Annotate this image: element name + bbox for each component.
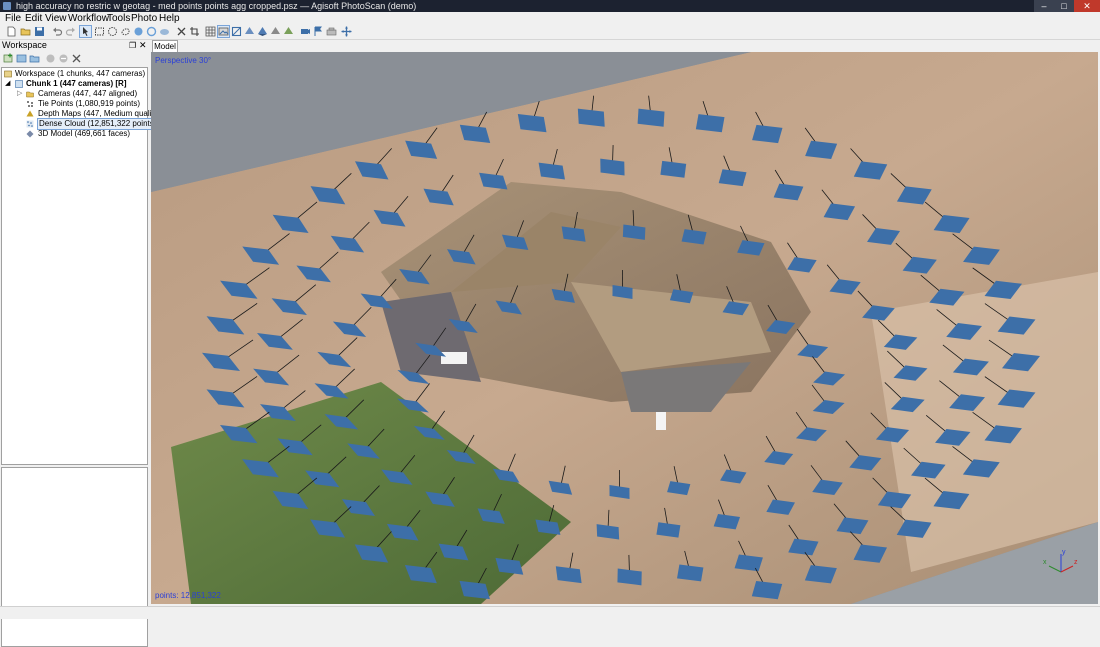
tree-label: Cameras (447, 447 aligned) (38, 89, 137, 99)
menu-tools[interactable]: Tools (107, 13, 130, 24)
menu-workflow[interactable]: Workflow (68, 13, 109, 24)
tree-label: Chunk 1 (447 cameras) [R] (26, 79, 126, 89)
title-bar: high accuracy no restric w geotag - med … (0, 0, 1100, 12)
camera-plane (719, 169, 747, 186)
tree-label: Depth Maps (447, Medium quality) (38, 109, 160, 119)
redo-icon[interactable] (65, 26, 76, 37)
camera-plane (677, 565, 703, 582)
tab-model[interactable]: Model (152, 40, 178, 52)
camera-plane (660, 161, 686, 178)
textured-model-icon[interactable] (283, 26, 294, 37)
projection-label: Perspective 30° (155, 56, 211, 65)
menu-bar: File Edit View Workflow Tools Photo Help (0, 12, 1100, 25)
undock-icon[interactable]: ❐ (129, 40, 136, 51)
scene-render (151, 52, 1098, 604)
dense-cloud-icon (26, 120, 34, 128)
status-bar (0, 606, 1100, 619)
show-cameras-icon[interactable] (300, 26, 311, 37)
window-title: high accuracy no restric w geotag - med … (16, 0, 416, 12)
reset-view-icon[interactable] (341, 26, 352, 37)
delete-selection-icon[interactable] (176, 26, 187, 37)
expand-arrow-icon[interactable]: ▷ (17, 89, 22, 99)
axis-y-label: y (1062, 549, 1066, 556)
shaded-model-icon[interactable] (270, 26, 281, 37)
new-file-icon[interactable] (6, 26, 17, 37)
show-trackball-icon[interactable] (326, 26, 337, 37)
free-form-selection-icon[interactable] (120, 26, 131, 37)
resize-region-icon[interactable] (159, 26, 170, 37)
camera-plane (696, 114, 725, 132)
show-region-icon[interactable] (231, 26, 242, 37)
point-cloud-icon[interactable] (244, 26, 255, 37)
axis-gizmo: x y z (1041, 548, 1081, 578)
app-icon (3, 2, 11, 10)
menu-file[interactable]: File (5, 13, 21, 24)
main-toolbar (0, 25, 1100, 40)
workspace-header: Workspace ❐ ✕ (0, 40, 148, 51)
navigation-icon[interactable] (80, 26, 91, 37)
menu-edit[interactable]: Edit (25, 13, 42, 24)
undo-icon[interactable] (52, 26, 63, 37)
model-icon (26, 130, 34, 138)
circle-selection-icon[interactable] (107, 26, 118, 37)
dense-cloud-view-icon[interactable] (257, 26, 268, 37)
tree-label: Dense Cloud (12,851,322 points) (38, 119, 157, 129)
camera-plane (578, 109, 605, 127)
tree-label: Tie Points (1,080,919 points) (38, 99, 140, 109)
model-viewport[interactable]: Perspective 30° points: 12,851,322 x y z (151, 52, 1098, 604)
crop-icon[interactable] (189, 26, 200, 37)
save-icon[interactable] (34, 26, 45, 37)
enable-icon[interactable] (45, 53, 56, 64)
menu-view[interactable]: View (45, 13, 67, 24)
rectangle-selection-icon[interactable] (94, 26, 105, 37)
tree-label: Workspace (1 chunks, 447 cameras) (15, 69, 145, 79)
workspace-panel: Workspace ❐ ✕ Workspace (1 chunks, 447 c… (0, 40, 148, 606)
show-cameras-grid-icon[interactable] (205, 26, 216, 37)
tree-label: 3D Model (469,661 faces) (38, 129, 130, 139)
close-button[interactable]: ✕ (1074, 0, 1100, 12)
remove-item-icon[interactable] (71, 53, 82, 64)
workspace-icon (4, 70, 12, 78)
axis-x-label: x (1043, 559, 1047, 566)
show-markers-icon[interactable] (313, 26, 324, 37)
menu-help[interactable]: Help (159, 13, 180, 24)
menu-photo[interactable]: Photo (131, 13, 157, 24)
view-tabs: Model (150, 40, 1100, 52)
disable-icon[interactable] (58, 53, 69, 64)
add-photos-icon[interactable] (16, 53, 27, 64)
maximize-button[interactable]: □ (1054, 0, 1074, 12)
folder-icon (26, 90, 34, 98)
camera-plane (735, 554, 763, 571)
point-count-label: points: 12,851,322 (155, 591, 221, 600)
rotate-object-icon[interactable] (146, 26, 157, 37)
minimize-button[interactable]: – (1034, 0, 1054, 12)
camera-plane (752, 581, 782, 599)
add-folder-icon[interactable] (29, 53, 40, 64)
collapse-arrow-icon[interactable]: ◢ (5, 79, 10, 89)
camera-plane (638, 109, 665, 127)
move-object-icon[interactable] (133, 26, 144, 37)
workspace-title: Workspace (2, 40, 47, 51)
show-images-icon[interactable] (218, 26, 229, 37)
workspace-toolbar (0, 51, 148, 66)
camera-plane (752, 125, 782, 143)
tie-points-icon (26, 100, 34, 108)
open-folder-icon[interactable] (20, 26, 31, 37)
chunk-icon (15, 80, 23, 88)
close-panel-icon[interactable]: ✕ (139, 40, 147, 51)
properties-pane (1, 467, 148, 647)
add-chunk-icon[interactable] (3, 53, 14, 64)
axis-z-label: z (1074, 559, 1078, 566)
depth-maps-icon (26, 110, 34, 118)
workspace-tree: Workspace (1 chunks, 447 cameras) ◢ Chun… (1, 67, 148, 465)
